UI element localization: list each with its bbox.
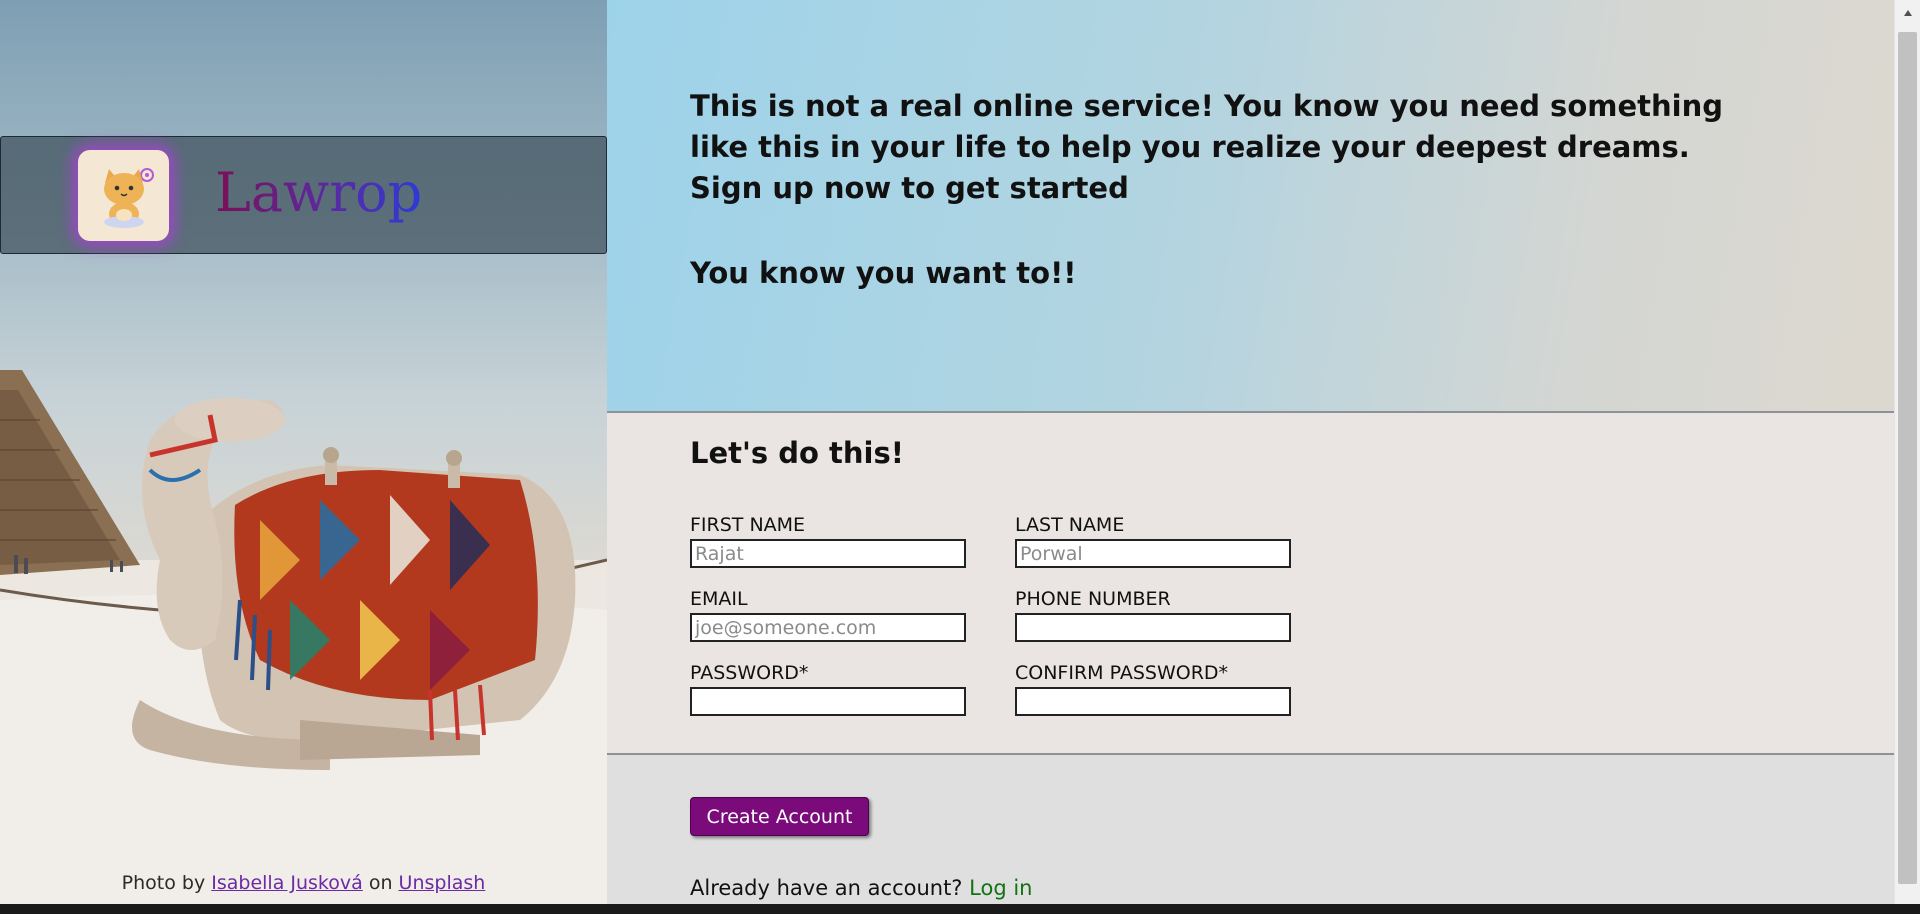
email-input[interactable] <box>690 613 966 642</box>
brand-bar: Lawrop <box>0 136 607 254</box>
scrollbar-thumb[interactable] <box>1898 32 1917 884</box>
login-link[interactable]: Log in <box>969 876 1032 900</box>
phone-input[interactable] <box>1015 613 1291 642</box>
intro-section: This is not a real online service! You k… <box>607 0 1894 413</box>
confirm-password-input[interactable] <box>1015 687 1291 716</box>
signup-content: This is not a real online service! You k… <box>607 0 1894 904</box>
vertical-scrollbar[interactable] <box>1894 0 1920 904</box>
credit-source-link[interactable]: Unsplash <box>399 872 486 894</box>
cat-mascot-drawing <box>103 167 154 228</box>
credit-middle: on <box>368 872 393 894</box>
hero-panel: Lawrop Photo by Isabella Jusková on Unsp… <box>0 0 607 904</box>
brand-name: Lawrop <box>215 161 423 224</box>
credit-author-link[interactable]: Isabella Jusková <box>211 872 363 894</box>
password-label: PASSWORD* <box>690 662 809 684</box>
confirm-password-field-group: CONFIRM PASSWORD* <box>1015 661 1291 716</box>
password-input[interactable] <box>690 687 966 716</box>
phone-field-group: PHONE NUMBER <box>1015 587 1291 642</box>
email-field-group: EMAIL <box>690 587 966 642</box>
first-name-field-group: FIRST NAME <box>690 513 966 568</box>
signup-form: Let's do this! FIRST NAME LAST NAME EMAI… <box>607 413 1894 755</box>
last-name-field-group: LAST NAME <box>1015 513 1291 568</box>
intro-message: This is not a real online service! You k… <box>690 89 1723 205</box>
last-name-label: LAST NAME <box>1015 514 1125 536</box>
email-label: EMAIL <box>690 588 748 610</box>
scroll-up-arrow-icon[interactable] <box>1895 0 1920 26</box>
login-prompt: Already have an account? Log in <box>690 876 1032 900</box>
confirm-password-label: CONFIRM PASSWORD* <box>1015 662 1229 684</box>
credit-prefix: Photo by <box>121 872 206 894</box>
form-actions: Create Account Already have an account? … <box>607 755 1894 904</box>
form-title: Let's do this! <box>690 436 904 470</box>
password-field-group: PASSWORD* <box>690 661 966 716</box>
window-bottom-edge <box>0 904 1920 914</box>
phone-label: PHONE NUMBER <box>1015 588 1171 610</box>
intro-tagline: You know you want to!! <box>690 256 1077 290</box>
login-prompt-text: Already have an account? <box>690 876 963 900</box>
photo-credit: Photo by Isabella Jusková on Unsplash <box>0 872 607 894</box>
first-name-input[interactable] <box>690 539 966 568</box>
cat-mascot-icon[interactable] <box>78 150 169 241</box>
last-name-input[interactable] <box>1015 539 1291 568</box>
create-account-button[interactable]: Create Account <box>690 797 869 836</box>
first-name-label: FIRST NAME <box>690 514 806 536</box>
